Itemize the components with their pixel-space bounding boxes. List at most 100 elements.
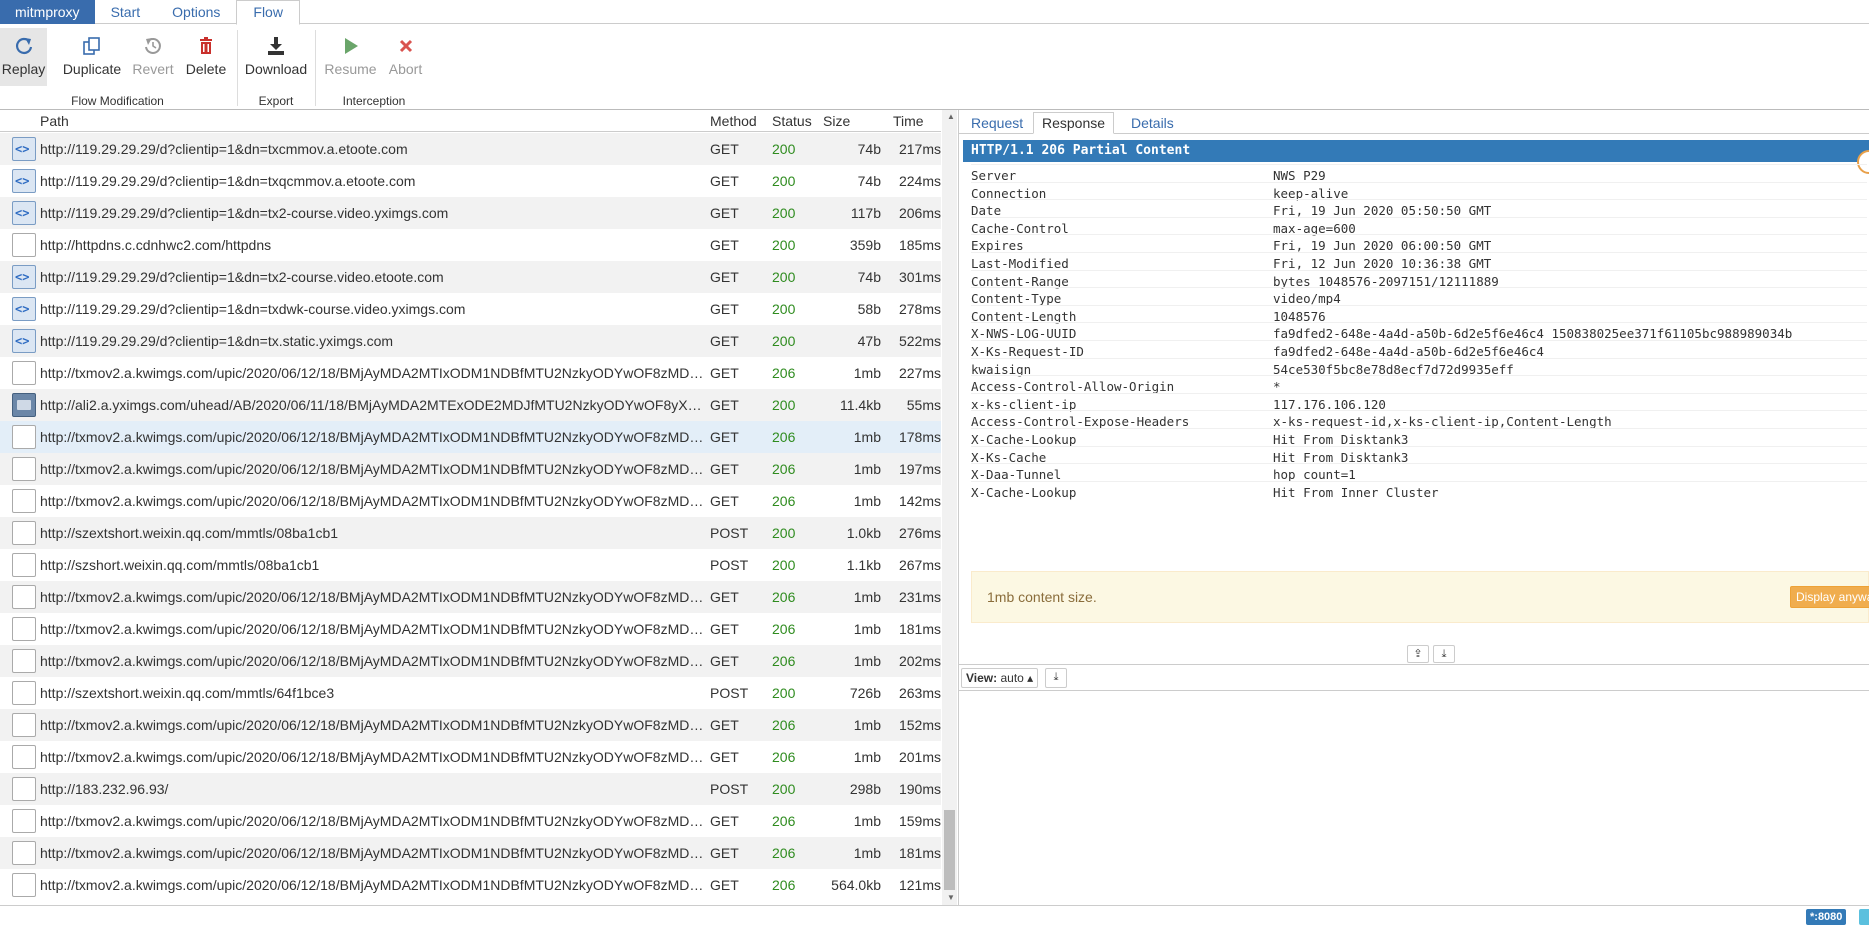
table-row[interactable]: http://119.29.29.29/d?clientip=1&dn=tx2-… (0, 261, 941, 293)
tab-response[interactable]: Response (1033, 112, 1115, 134)
download-button[interactable]: Download (242, 28, 310, 86)
column-header-time[interactable]: Time (893, 113, 924, 129)
table-row[interactable]: http://txmov2.a.kwimgs.com/upic/2020/06/… (0, 485, 941, 517)
flow-method: GET (710, 813, 739, 829)
duplicate-button[interactable]: Duplicate (60, 28, 124, 86)
table-row[interactable]: http://szextshort.weixin.qq.com/mmtls/64… (0, 677, 941, 709)
upload-button[interactable]: ⇪ (1407, 645, 1429, 663)
flow-time: 522ms (898, 333, 941, 349)
flow-size: 1mb (853, 653, 881, 669)
column-header-size[interactable]: Size (823, 113, 850, 129)
table-row[interactable]: http://119.29.29.29/d?clientip=1&dn=tx2-… (0, 197, 941, 229)
resume-button[interactable]: Resume (322, 28, 379, 86)
table-row[interactable]: http://txmov2.a.kwimgs.com/upic/2020/06/… (0, 837, 941, 869)
flow-method: GET (710, 589, 739, 605)
table-row[interactable]: http://txmov2.a.kwimgs.com/upic/2020/06/… (0, 869, 941, 901)
view-download-button[interactable]: ⤓ (1045, 668, 1067, 688)
flow-size: 117b (850, 205, 881, 221)
tab-flow[interactable]: Flow (236, 0, 300, 25)
view-mode-select[interactable]: View: auto ▴ (961, 668, 1039, 688)
table-row[interactable]: http://txmov2.a.kwimgs.com/upic/2020/06/… (0, 357, 941, 389)
replay-button[interactable]: Replay (0, 28, 47, 86)
flow-detail-pane: Request Response Details HTTP/1.1 206 Pa… (959, 110, 1869, 905)
flow-path: http://szextshort.weixin.qq.com/mmtls/08… (40, 525, 339, 541)
flow-method: GET (710, 717, 739, 733)
table-row[interactable]: http://119.29.29.29/d?clientip=1&dn=tx.s… (0, 325, 941, 357)
table-row[interactable]: http://txmov2.a.kwimgs.com/upic/2020/06/… (0, 709, 941, 741)
table-row[interactable]: http://txmov2.a.kwimgs.com/upic/2020/06/… (0, 613, 941, 645)
table-row[interactable]: http://txmov2.a.kwimgs.com/upic/2020/06/… (0, 581, 941, 613)
listen-port-badge: *:8080 (1806, 909, 1847, 925)
code-icon (12, 137, 36, 161)
flow-status: 206 (772, 653, 796, 669)
flow-size: 1mb (853, 749, 881, 765)
scroll-down-icon[interactable]: ▼ (947, 893, 955, 902)
caret-up-icon: ▴ (1027, 671, 1034, 685)
column-header-method[interactable]: Method (710, 113, 757, 129)
flow-status: 200 (772, 269, 796, 285)
file-icon (12, 489, 36, 513)
ribbon-divider (315, 30, 316, 106)
flow-size: 1mb (853, 589, 881, 605)
flow-status: 206 (772, 813, 796, 829)
table-row[interactable]: http://txmov2.a.kwimgs.com/upic/2020/06/… (0, 741, 941, 773)
table-row[interactable]: http://119.29.29.29/d?clientip=1&dn=txqc… (0, 165, 941, 197)
flow-time: 142ms (898, 493, 941, 509)
table-row[interactable]: http://txmov2.a.kwimgs.com/upic/2020/06/… (0, 453, 941, 485)
file-icon (12, 745, 36, 769)
flow-path: http://183.232.96.93/ (40, 781, 169, 797)
download-icon: ⤓ (1441, 648, 1447, 660)
table-row[interactable]: http://ali2.a.yximgs.com/uhead/AB/2020/0… (0, 389, 941, 421)
table-row[interactable]: http://183.232.96.93/POST 200 298b 190ms (0, 773, 941, 805)
table-row[interactable]: http://httpdns.c.cdnhwc2.com/httpdns GET 2… (0, 229, 941, 261)
flow-path: http://httpdns.c.cdnhwc2.com/httpdns (40, 237, 272, 253)
tab-options[interactable]: Options (156, 0, 236, 24)
flow-time: 301ms (898, 269, 941, 285)
download-content-button[interactable]: ⤓ (1433, 645, 1455, 663)
table-row[interactable]: http://119.29.29.29/d?clientip=1&dn=txcm… (0, 133, 941, 165)
flow-size: 1mb (853, 717, 881, 733)
table-row[interactable]: http://txmov2.a.kwimgs.com/upic/2020/06/… (0, 421, 941, 453)
flow-status: 206 (772, 621, 796, 637)
flow-path: http://txmov2.a.kwimgs.com/upic/2020/06/… (40, 813, 705, 829)
group-label-interception: Interception (342, 94, 406, 108)
column-header-status[interactable]: Status (772, 113, 812, 129)
flow-path: http://119.29.29.29/d?clientip=1&dn=tx.s… (40, 333, 394, 349)
flow-path: http://szshort.weixin.qq.com/mmtls/08ba1… (40, 557, 320, 573)
table-row[interactable]: http://txmov2.a.kwimgs.com/upic/2020/06/… (0, 645, 941, 677)
table-row[interactable]: http://szextshort.weixin.qq.com/mmtls/08… (0, 517, 941, 549)
table-row[interactable]: http://txmov2.a.kwimgs.com/upic/2020/06/… (0, 805, 941, 837)
flow-status: 200 (772, 301, 796, 317)
flow-path: http://txmov2.a.kwimgs.com/upic/2020/06/… (40, 653, 705, 669)
tab-request[interactable]: Request (963, 113, 1031, 133)
header-value: Hit From Inner Cluster (1273, 484, 1439, 500)
download-icon: ⤓ (1053, 671, 1059, 683)
column-header-path[interactable]: Path (40, 113, 69, 129)
flow-path: http://txmov2.a.kwimgs.com/upic/2020/06/… (40, 749, 705, 765)
scroll-up-icon[interactable]: ▲ (947, 112, 955, 121)
download-icon (242, 30, 310, 60)
tab-start[interactable]: Start (95, 0, 157, 24)
replay-icon (0, 30, 47, 60)
flow-path: http://txmov2.a.kwimgs.com/upic/2020/06/… (40, 877, 705, 893)
brand-logo[interactable]: mitmproxy (0, 0, 95, 24)
flow-table: Path Method Status Size Time http://119.… (0, 110, 958, 903)
scrollbar-thumb[interactable] (944, 810, 955, 890)
code-icon (12, 329, 36, 353)
file-icon (12, 681, 36, 705)
flow-status: 200 (772, 237, 796, 253)
abort-button[interactable]: Abort (383, 28, 428, 86)
table-row[interactable]: http://119.29.29.29/d?clientip=1&dn=txdw… (0, 293, 941, 325)
revert-button[interactable]: Revert (129, 28, 177, 86)
flow-time: 227ms (898, 365, 941, 381)
table-row[interactable]: http://szshort.weixin.qq.com/mmtls/08ba1… (0, 549, 941, 581)
flow-table-scrollbar[interactable] (942, 110, 957, 905)
flow-method: GET (710, 397, 739, 413)
display-anyway-button[interactable]: Display anyway (1790, 586, 1869, 608)
tab-details[interactable]: Details (1123, 113, 1182, 133)
delete-button[interactable]: Delete (182, 28, 230, 86)
flow-size: 726b (849, 685, 881, 701)
duplicate-icon (60, 30, 124, 60)
flow-path: http://txmov2.a.kwimgs.com/upic/2020/06/… (40, 365, 705, 381)
flow-size: 74b (857, 173, 881, 189)
